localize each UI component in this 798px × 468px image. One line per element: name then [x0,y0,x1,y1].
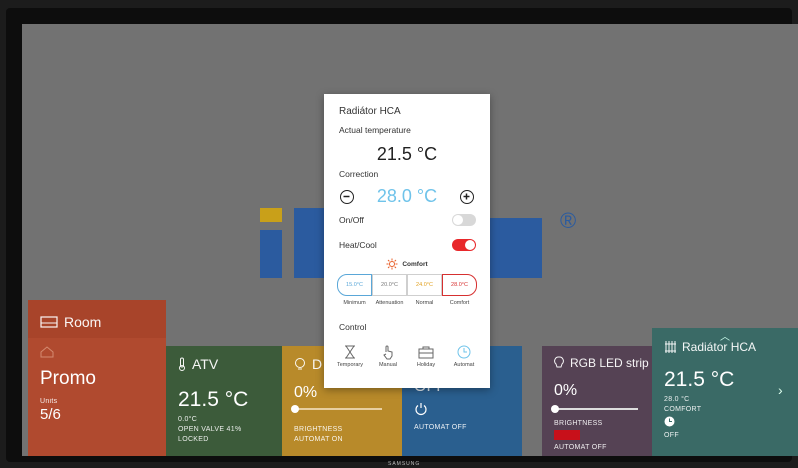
control-label: Control [339,322,367,332]
hourglass-icon [345,345,355,359]
slider-handle[interactable] [551,405,559,413]
bed-icon [40,316,58,328]
heatcool-toggle[interactable] [452,239,476,251]
onoff-label: On/Off [339,215,364,225]
bulb-icon [295,358,305,370]
heatcool-label: Heat/Cool [339,240,377,250]
control-holiday[interactable]: Holiday [407,342,445,368]
mode-label-normal: Normal [415,300,434,306]
thermometer-icon [179,357,185,371]
tile-switch-line1: AUTOMAT OFF [414,424,467,431]
mode-selector: 15.0°C 20.0°C 24.0°C 28.0°C [337,274,477,296]
chevron-right-icon[interactable]: › [778,382,783,398]
control-automat[interactable]: Automat [445,342,483,368]
sun-icon [386,258,398,270]
power-icon [415,403,427,416]
brightness-slider[interactable] [551,405,638,413]
mode-label-attenuation: Attenuation [375,300,404,306]
tile-room-units-value: 5/6 [40,406,61,423]
tile-room-title: Room [64,314,102,330]
correction-control: 28.0 °C [324,186,490,212]
tile-room[interactable]: Room Promo Units 5/6 [28,300,166,456]
minus-icon [343,195,350,198]
control-temporary[interactable]: Temporary [331,342,369,368]
mode-indicator: Comfort [324,258,490,270]
bulb-icon [554,356,564,368]
tile-rgb-led[interactable]: RGB LED strip 0% BRIGHTNESS AUTOMAT OFF [542,346,652,456]
mode-label-comfort: Comfort [449,300,470,306]
suitcase-icon [418,346,434,358]
tile-atv-line3: LOCKED [178,436,209,443]
correction-value: 28.0 °C [376,186,438,206]
control-options: Temporary Manual Holiday Automat [331,342,483,368]
tile-dimmer-title: D [312,356,323,372]
control-temporary-label: Temporary [337,362,363,368]
tile-hca-line3: OFF [664,432,679,439]
tile-hca-line2: COMFORT [664,406,702,413]
actual-temperature-label: Actual temperature [339,125,411,135]
clock-icon [664,416,675,427]
tile-dimmer-line2: AUTOMAT ON [294,436,343,443]
tile-atv-temp: 21.5 °C [178,388,249,411]
tile-rgb-value: 0% [554,382,578,399]
slider-handle[interactable] [291,405,299,413]
onoff-toggle[interactable] [452,214,476,226]
tile-atv[interactable]: ATV 21.5 °C 0.0°C OPEN VALVE 41% LOCKED [166,346,282,456]
tile-atv-title: ATV [192,356,219,372]
control-automat-label: Automat [453,362,475,368]
dialog-title: Radiátor HCA [339,106,401,117]
toggle-knob [453,215,463,225]
tile-hca-temp: 21.5 °C [664,368,735,391]
tile-rgb-line1: BRIGHTNESS [554,420,603,427]
tile-rgb-title: RGB LED strip [570,356,649,370]
hand-icon [383,345,393,359]
mode-labels: Minimum Attenuation Normal Comfort [337,300,477,306]
correction-label: Correction [339,169,379,179]
tile-dimmer-value: 0% [294,384,318,401]
mode-label: Comfort [402,260,428,268]
plus-icon [463,193,470,200]
decrease-button[interactable] [340,190,354,204]
mode-comfort[interactable]: 28.0°C [442,274,477,296]
registered-mark: ® [560,208,577,233]
radiator-icon [665,341,676,353]
control-holiday-label: Holiday [416,362,436,368]
tv-brand-label: SAMSUNG [388,461,421,467]
toggle-knob [465,240,475,250]
mode-minimum[interactable]: 15.0°C [337,274,372,296]
tile-hca-title: Radiátor HCA [682,340,757,354]
color-swatch[interactable] [554,430,580,440]
tile-room-name: Promo [40,368,96,389]
clock-icon [457,345,471,359]
home-icon [40,346,54,358]
radiator-dialog: Radiátor HCA Actual temperature 21.5 °C … [324,94,490,388]
control-manual[interactable]: Manual [369,342,407,368]
increase-button[interactable] [460,190,474,204]
tile-rgb-line2: AUTOMAT OFF [554,444,607,451]
mode-normal[interactable]: 24.0°C [407,274,442,296]
mode-label-minimum: Minimum [343,300,366,306]
mode-attenuation[interactable]: 20.0°C [372,274,407,296]
control-manual-label: Manual [378,362,398,368]
actual-temperature-value: 21.5 °C [376,144,438,164]
brightness-slider[interactable] [291,405,382,413]
tile-radiator-hca[interactable]: ︿ Radiátor HCA 21.5 °C 28.0 °C COMFORT O… [652,328,798,456]
